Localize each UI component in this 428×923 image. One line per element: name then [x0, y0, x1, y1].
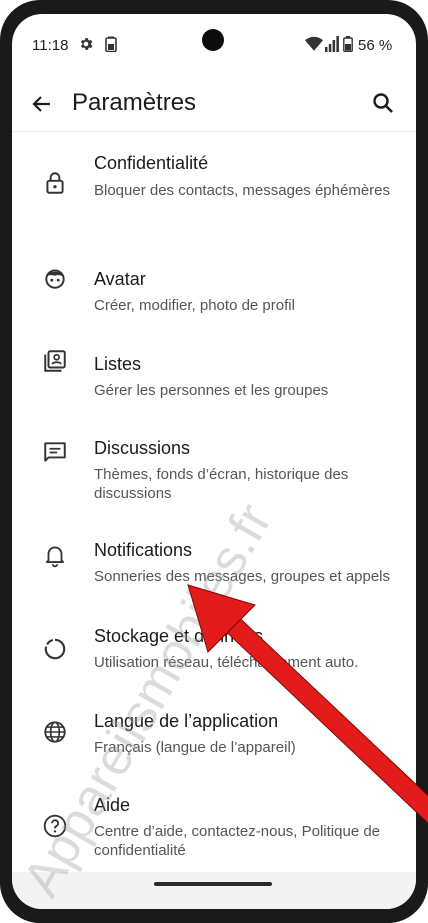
contacts-list-icon	[44, 350, 66, 372]
lock-icon	[46, 172, 64, 194]
app-bar: Paramètres	[12, 76, 416, 132]
settings-item-avatar[interactable]: Avatar Créer, modifier, photo de profil	[12, 226, 416, 314]
bottom-nav-area	[12, 872, 416, 909]
status-time: 11:18	[32, 37, 69, 54]
item-subtitle: Français (langue de l’appareil)	[94, 739, 296, 756]
settings-gear-icon	[80, 38, 93, 50]
avatar-face-icon	[45, 269, 65, 289]
battery-percent: 56 %	[358, 37, 393, 54]
item-subtitle: Centre d’aide, contactez-nous, Politique…	[94, 823, 381, 859]
item-subtitle: Utilisation réseau, téléchargement auto.	[94, 654, 359, 671]
back-arrow-icon[interactable]	[30, 92, 54, 116]
settings-item-storage[interactable]: Stockage et données Utilisation réseau, …	[12, 603, 416, 689]
item-title: Stockage et données	[94, 626, 264, 646]
item-title: Listes	[94, 354, 142, 374]
item-title: Langue de l’application	[94, 711, 279, 731]
battery-icon	[343, 36, 353, 52]
page-title: Paramètres	[72, 89, 197, 116]
search-icon[interactable]	[371, 91, 395, 115]
item-title: Aide	[94, 795, 131, 815]
battery-saver-icon	[105, 36, 117, 52]
item-subtitle: Bloquer des contacts, messages éphémères	[94, 182, 390, 199]
settings-item-chats[interactable]: Discussions Thèmes, fonds d’écran, histo…	[12, 395, 416, 502]
item-title: Notifications	[94, 540, 193, 560]
item-subtitle: Thèmes, fonds d’écran, historique des di…	[94, 466, 349, 502]
settings-item-language[interactable]: Langue de l’application Français (langue…	[12, 689, 416, 772]
settings-item-privacy[interactable]: Confidentialité Bloquer des contacts, me…	[12, 132, 416, 226]
status-bar: 11:18 56 %	[12, 14, 416, 76]
phone-screen: 11:18 56 % Paramètres Confidentialité Bl…	[12, 14, 416, 909]
item-title: Discussions	[94, 438, 191, 458]
phone-frame: 11:18 56 % Paramètres Confidentialité Bl…	[0, 0, 428, 923]
globe-icon	[44, 721, 66, 743]
signal-icon	[325, 36, 339, 52]
gesture-home-bar[interactable]	[154, 882, 272, 886]
bell-icon	[45, 546, 65, 568]
chat-icon	[44, 442, 66, 462]
item-subtitle: Sonneries des messages, groupes et appel…	[94, 568, 391, 585]
front-camera	[202, 29, 224, 51]
settings-item-notifications[interactable]: Notifications Sonneries des messages, gr…	[12, 499, 416, 603]
help-icon	[43, 814, 67, 838]
storage-circle-icon	[44, 638, 66, 660]
settings-item-help[interactable]: Aide Centre d’aide, contactez-nous, Poli…	[12, 772, 416, 872]
item-title: Confidentialité	[94, 153, 209, 173]
settings-item-lists[interactable]: Listes Gérer les personnes et les groupe…	[12, 311, 416, 399]
wifi-icon	[305, 36, 323, 51]
item-title: Avatar	[94, 269, 146, 289]
